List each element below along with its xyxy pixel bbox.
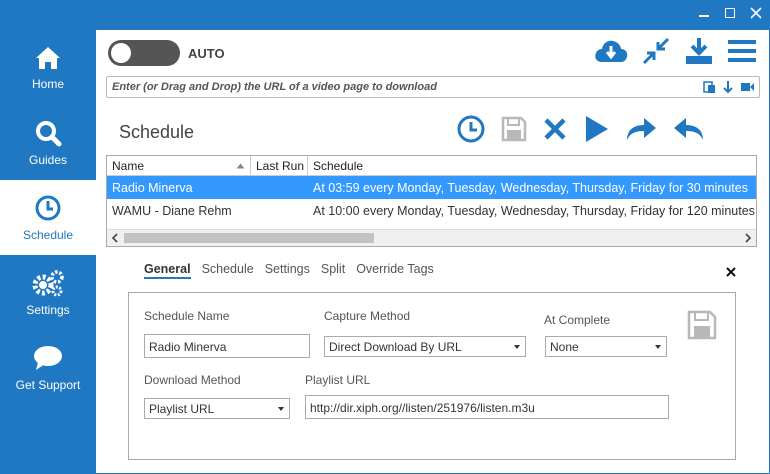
nav-guides-label: Guides (28, 152, 68, 167)
main-panel: AUTO Enter (or Drag and Drop) the URL of… (96, 30, 770, 474)
sidebar: Home Guides Schedule Settings Get Suppor… (0, 30, 96, 474)
nav-settings[interactable]: Settings (0, 255, 96, 330)
scroll-right-icon[interactable] (744, 233, 752, 243)
capture-method-value: Direct Download By URL (329, 340, 462, 354)
at-complete-label: At Complete (544, 313, 611, 327)
row-name: Radio Minerva (112, 180, 193, 195)
url-bar (106, 76, 760, 98)
delete-icon[interactable] (542, 116, 568, 142)
tab-split[interactable]: Split (321, 262, 345, 279)
url-input[interactable] (107, 77, 667, 97)
tab-schedule[interactable]: Schedule (202, 262, 254, 279)
save-icon[interactable] (686, 309, 718, 341)
download-tray-icon[interactable] (683, 36, 715, 66)
chat-bubble-icon (34, 345, 62, 370)
arrow-down-icon[interactable] (722, 80, 734, 94)
save-icon[interactable] (500, 115, 528, 143)
schedule-name-label: Schedule Name (144, 309, 230, 323)
at-complete-value: None (550, 340, 579, 354)
tab-general[interactable]: General (144, 262, 191, 279)
column-header-last-run[interactable]: Last Run (251, 156, 308, 175)
undo-arrow-icon[interactable] (672, 114, 706, 144)
minimize-button[interactable] (698, 6, 710, 20)
scroll-left-icon[interactable] (111, 233, 119, 243)
gears-icon (32, 269, 64, 296)
nav-guides[interactable]: Guides (0, 105, 96, 180)
at-complete-select[interactable]: None (545, 336, 667, 357)
video-camera-icon[interactable] (740, 80, 755, 94)
chevron-down-icon (514, 345, 520, 349)
collapse-icon[interactable] (641, 36, 671, 66)
column-header-name[interactable]: Name (107, 156, 251, 175)
playlist-url-field[interactable]: http://dir.xiph.org//listen/251976/liste… (305, 395, 669, 419)
playlist-url-label: Playlist URL (305, 373, 371, 387)
play-icon[interactable] (582, 114, 610, 144)
nav-get-support[interactable]: Get Support (0, 330, 96, 405)
row-schedule: At 10:00 every Monday, Tuesday, Wednesda… (313, 203, 755, 218)
chevron-down-icon (278, 407, 284, 411)
column-schedule-label: Schedule (313, 159, 364, 173)
top-toolbar (593, 36, 757, 66)
row-name: WAMU - Diane Rehm (112, 203, 232, 218)
auto-label: AUTO (188, 46, 225, 61)
column-name-label: Name (112, 159, 145, 173)
close-window-button[interactable] (750, 6, 762, 20)
search-icon (36, 120, 62, 146)
detail-tabs: General Schedule Settings Split Override… (144, 262, 434, 279)
toggle-knob (111, 43, 131, 63)
nav-get-support-label: Get Support (15, 377, 81, 392)
clock-icon (35, 195, 61, 220)
general-form: Schedule Name Radio Minerva Capture Meth… (128, 292, 736, 460)
table-row[interactable]: Radio Minerva At 03:59 every Monday, Tue… (107, 176, 756, 199)
title-bar (0, 0, 770, 30)
schedule-table: Name Last Run Schedule Radio Minerva At … (106, 155, 757, 247)
table-header: Name Last Run Schedule (107, 156, 756, 176)
cloud-download-icon[interactable] (593, 36, 629, 66)
hamburger-menu-icon[interactable] (727, 38, 757, 64)
sort-ascending-icon (236, 163, 245, 169)
paste-icon[interactable] (703, 80, 716, 94)
close-icon (726, 267, 736, 277)
capture-method-select[interactable]: Direct Download By URL (324, 336, 526, 357)
column-last-run-label: Last Run (256, 159, 305, 173)
add-schedule-clock-icon[interactable] (456, 114, 486, 144)
scrollbar-thumb[interactable] (124, 233, 374, 243)
download-method-select[interactable]: Playlist URL (144, 398, 290, 419)
download-method-value: Playlist URL (149, 402, 215, 416)
nav-schedule[interactable]: Schedule (0, 180, 96, 255)
schedule-name-field[interactable]: Radio Minerva (144, 334, 310, 358)
window-controls (698, 6, 762, 20)
tab-override-tags[interactable]: Override Tags (356, 262, 434, 279)
chevron-down-icon (655, 345, 661, 349)
home-icon (36, 46, 60, 69)
schedule-toolbar (456, 114, 706, 144)
auto-toggle[interactable] (108, 40, 180, 66)
tab-settings[interactable]: Settings (265, 262, 310, 279)
nav-home[interactable]: Home (0, 30, 96, 105)
download-method-label: Download Method (144, 373, 241, 387)
close-details-button[interactable] (726, 264, 736, 280)
horizontal-scrollbar[interactable] (107, 229, 756, 246)
nav-settings-label: Settings (26, 302, 70, 317)
capture-method-label: Capture Method (324, 309, 411, 323)
nav-home-label: Home (31, 76, 64, 91)
row-schedule: At 03:59 every Monday, Tuesday, Wednesda… (313, 180, 748, 195)
table-row[interactable]: WAMU - Diane Rehm At 10:00 every Monday,… (107, 199, 756, 222)
nav-schedule-label: Schedule (22, 227, 74, 242)
url-bar-icons (703, 80, 755, 94)
redo-arrow-icon[interactable] (624, 114, 658, 144)
schedule-title: Schedule (119, 122, 195, 142)
column-header-schedule[interactable]: Schedule (308, 156, 756, 175)
close-icon (750, 7, 762, 19)
maximize-button[interactable] (724, 6, 736, 20)
